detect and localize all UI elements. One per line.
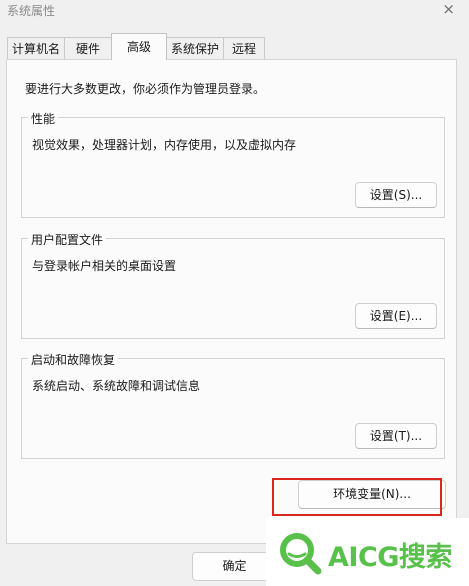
user-profiles-description: 与登录帐户相关的桌面设置 <box>32 259 177 273</box>
tab-computer-name[interactable]: 计算机名 <box>7 37 65 59</box>
user-profiles-settings-button[interactable]: 设置(E)... <box>355 303 437 329</box>
tab-advanced[interactable]: 高级 <box>111 33 167 60</box>
tab-system-protection[interactable]: 系统保护 <box>166 37 224 59</box>
admin-notice: 要进行大多数更改，你必须作为管理员登录。 <box>25 82 266 96</box>
performance-description: 视觉效果，处理器计划，内存使用，以及虚拟内存 <box>32 138 297 152</box>
magnifier-icon <box>280 533 322 575</box>
close-icon[interactable]: × <box>442 0 455 18</box>
ok-button[interactable]: 确定 <box>192 552 277 581</box>
tab-hardware[interactable]: 硬件 <box>64 37 112 59</box>
performance-title: 性能 <box>28 110 59 127</box>
window-title: 系统属性 <box>7 4 56 18</box>
advanced-panel: 要进行大多数更改，你必须作为管理员登录。 性能 视觉效果，处理器计划，内存使用，… <box>6 59 457 544</box>
environment-variables-button[interactable]: 环境变量(N)... <box>298 480 446 509</box>
startup-recovery-description: 系统启动、系统故障和调试信息 <box>32 379 201 393</box>
performance-settings-button[interactable]: 设置(S)... <box>355 182 437 208</box>
tab-remote[interactable]: 远程 <box>223 37 265 59</box>
user-profiles-group: 用户配置文件 与登录帐户相关的桌面设置 设置(E)... <box>21 231 445 339</box>
performance-group: 性能 视觉效果，处理器计划，内存使用，以及虚拟内存 设置(S)... <box>21 110 445 218</box>
startup-recovery-group: 启动和故障恢复 系统启动、系统故障和调试信息 设置(T)... <box>21 351 445 459</box>
watermark-text: AICG搜索 <box>328 542 452 573</box>
watermark-logo: AICG搜索 <box>266 518 469 586</box>
user-profiles-title: 用户配置文件 <box>28 231 107 248</box>
startup-recovery-settings-button[interactable]: 设置(T)... <box>355 423 437 449</box>
startup-recovery-title: 启动和故障恢复 <box>28 351 119 368</box>
title-bar: 系统属性 × <box>0 0 469 22</box>
